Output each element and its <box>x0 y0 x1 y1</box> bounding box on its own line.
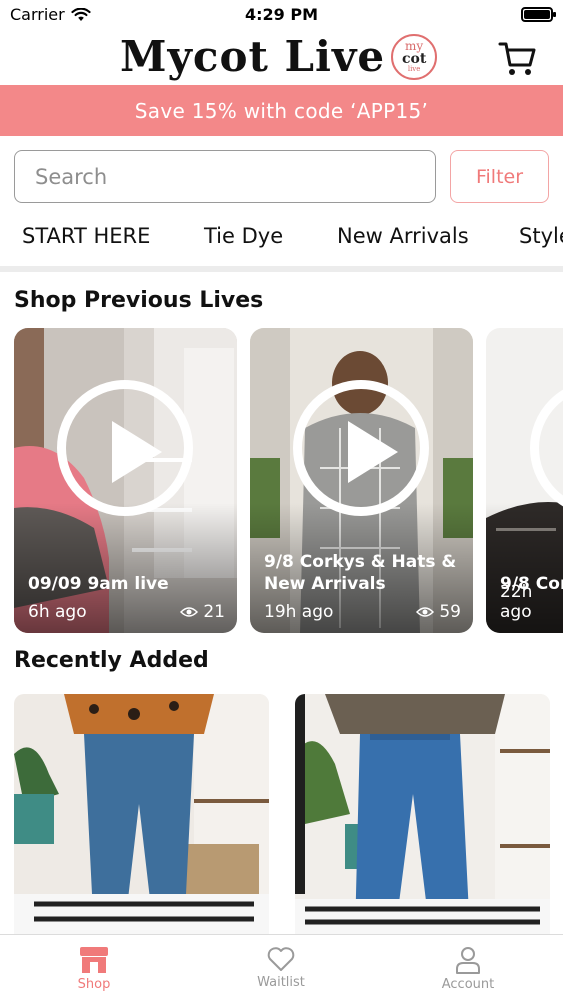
live-video-card[interactable]: 9/8 Corkys & Hats & New Arrivals 19h ago… <box>250 328 473 633</box>
promo-banner[interactable]: Save 15% with code ‘APP15’ <box>0 85 563 136</box>
battery-icon <box>521 7 556 22</box>
live-video-card[interactable]: 09/09 9am live 6h ago 21 <box>14 328 237 633</box>
category-tab-style[interactable]: Style <box>519 224 563 248</box>
tab-waitlist[interactable]: Waitlist <box>221 945 341 990</box>
eye-icon <box>416 607 435 617</box>
product-image <box>14 694 269 934</box>
eye-icon <box>180 607 199 617</box>
search-input[interactable] <box>14 150 436 203</box>
status-bar: Carrier 4:29 PM <box>0 0 563 30</box>
video-views: 21 <box>180 602 225 622</box>
video-title: 9/8 Corkys & Hats & New Arrivals <box>264 552 457 594</box>
brand-logo[interactable]: Mycot Live my cot live <box>120 32 438 81</box>
person-icon <box>456 947 480 974</box>
recently-added-title: Recently Added <box>14 648 209 673</box>
category-tab-new-arrivals[interactable]: New Arrivals <box>337 224 469 248</box>
heart-icon <box>267 947 295 971</box>
tab-account-label: Account <box>441 977 495 992</box>
play-icon <box>293 380 429 516</box>
tab-account[interactable]: Account <box>408 945 528 992</box>
video-views: 59 <box>416 602 461 622</box>
promo-text: Save 15% with code ‘APP15’ <box>134 98 429 123</box>
status-time: 4:29 PM <box>244 5 318 24</box>
category-tabs: START HERE Tie Dye New Arrivals Style <box>0 218 563 258</box>
video-age: 22h ago <box>500 582 533 622</box>
filter-label: Filter <box>475 165 524 188</box>
store-icon <box>80 947 108 973</box>
product-card[interactable] <box>295 694 550 934</box>
previous-lives-title: Shop Previous Lives <box>14 288 264 313</box>
category-tab-tie-dye[interactable]: Tie Dye <box>204 224 283 248</box>
battery-level <box>524 10 550 19</box>
tab-waitlist-label: Waitlist <box>257 975 305 990</box>
product-card[interactable] <box>14 694 269 934</box>
tab-shop-label: Shop <box>77 977 111 992</box>
cart-button[interactable] <box>497 38 537 78</box>
cart-icon <box>498 42 536 75</box>
live-video-card[interactable]: 9/8 Corkys & Hats with Ba 22h ago <box>486 328 563 633</box>
brand-badge: my cot live <box>391 33 438 80</box>
video-title: 09/09 9am live <box>28 574 169 594</box>
view-count: 21 <box>203 602 225 622</box>
section-divider <box>0 266 563 272</box>
view-count: 59 <box>439 602 461 622</box>
badge-line-live: live <box>407 65 421 73</box>
product-image <box>295 694 550 934</box>
filter-button[interactable]: Filter <box>450 150 549 203</box>
video-age: 19h ago <box>264 602 334 622</box>
brand-name: Mycot Live <box>120 32 386 81</box>
tab-shop[interactable]: Shop <box>34 945 154 992</box>
badge-line-cot: cot <box>401 51 427 67</box>
bottom-tab-bar: Shop Waitlist Account <box>0 934 563 1000</box>
play-icon <box>57 380 193 516</box>
category-tab-start-here[interactable]: START HERE <box>22 224 150 248</box>
video-age: 6h ago <box>28 602 87 622</box>
app-header: Mycot Live my cot live <box>0 30 563 85</box>
